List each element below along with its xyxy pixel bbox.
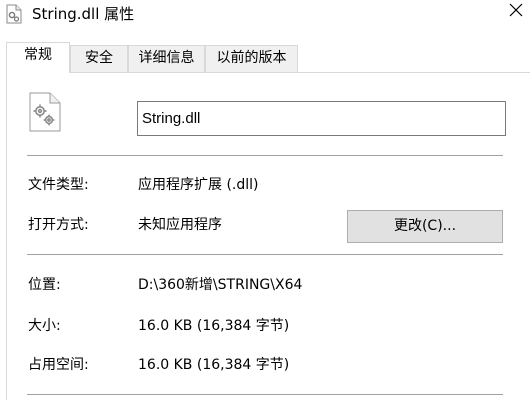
- close-icon[interactable]: [500, 0, 530, 30]
- size-label: 大小:: [28, 318, 61, 334]
- tab-strip: 常规 安全 详细信息 以前的版本: [0, 42, 530, 73]
- opens-with-value: 未知应用程序: [138, 217, 222, 233]
- opens-with-label: 打开方式:: [28, 217, 89, 233]
- properties-dialog: String.dll 属性 常规 安全 详细信息 以前的版本 String.dl…: [0, 0, 530, 400]
- tab-general[interactable]: 常规: [6, 42, 70, 73]
- divider: [27, 394, 503, 395]
- size-on-disk-value: 16.0 KB (16,384 字节): [138, 357, 290, 373]
- divider: [27, 155, 503, 156]
- tab-details[interactable]: 详细信息: [128, 45, 205, 72]
- file-type-value: 应用程序扩展 (.dll): [138, 177, 259, 193]
- divider: [27, 254, 503, 255]
- tab-previous-versions[interactable]: 以前的版本: [205, 45, 298, 72]
- file-name-input[interactable]: [137, 101, 506, 136]
- location-value: D:\360新增\STRING\X64: [138, 277, 303, 293]
- dll-file-icon: [6, 4, 22, 24]
- tab-security[interactable]: 安全: [70, 45, 128, 72]
- dll-file-gear-icon: [28, 91, 62, 133]
- change-button[interactable]: 更改(C)...: [347, 210, 503, 243]
- size-value: 16.0 KB (16,384 字节): [138, 318, 290, 334]
- title-bar: String.dll 属性: [0, 0, 530, 30]
- file-type-label: 文件类型:: [28, 177, 89, 193]
- window-title: String.dll 属性: [32, 5, 135, 23]
- size-on-disk-label: 占用空间:: [28, 357, 89, 373]
- location-label: 位置:: [28, 277, 61, 293]
